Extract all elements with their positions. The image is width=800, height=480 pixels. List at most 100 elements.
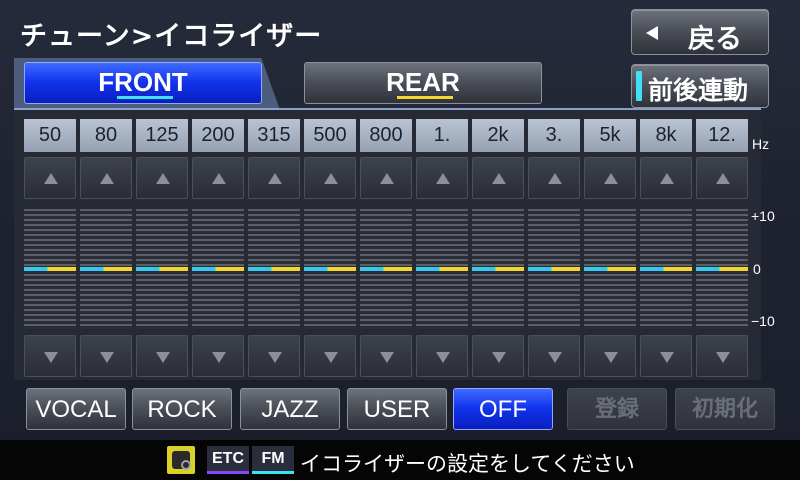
band-level-indicator	[192, 267, 244, 271]
tab-rear-underline	[397, 96, 453, 99]
band-up-button[interactable]	[136, 157, 188, 199]
up-arrow-icon	[100, 173, 114, 184]
unit-label: Hz	[752, 136, 770, 152]
preset-button[interactable]: USER	[347, 388, 447, 430]
up-arrow-icon	[212, 173, 226, 184]
disc-icon-dot	[181, 460, 191, 470]
band-slider[interactable]	[248, 209, 300, 329]
down-arrow-icon	[44, 352, 58, 363]
down-arrow-icon	[380, 352, 394, 363]
band-up-button[interactable]	[472, 157, 524, 199]
preset-button: 初期化	[675, 388, 775, 430]
tab-rear[interactable]: REAR	[304, 62, 542, 104]
band-up-button[interactable]	[192, 157, 244, 199]
disc-icon-body	[172, 451, 191, 470]
band-slider[interactable]	[472, 209, 524, 329]
band-level-indicator	[640, 267, 692, 271]
band-down-button[interactable]	[584, 335, 636, 377]
up-arrow-icon	[604, 173, 618, 184]
band-level-indicator	[584, 267, 636, 271]
band-up-button[interactable]	[528, 157, 580, 199]
band-up-button[interactable]	[24, 157, 76, 199]
band-slider[interactable]	[696, 209, 748, 329]
band-level-indicator	[248, 267, 300, 271]
tab-front-underline	[117, 96, 173, 99]
band-slider[interactable]	[80, 209, 132, 329]
band-up-button[interactable]	[248, 157, 300, 199]
preset-button[interactable]: JAZZ	[240, 388, 340, 430]
front-rear-link-toggle[interactable]: 前後連動	[631, 64, 769, 108]
band-down-button[interactable]	[24, 335, 76, 377]
fm-indicator: FM	[252, 446, 294, 474]
band-up-button[interactable]	[304, 157, 356, 199]
scale-top-label: +10	[751, 208, 775, 224]
band-slider[interactable]	[360, 209, 412, 329]
band-up-button[interactable]	[696, 157, 748, 199]
down-arrow-icon	[548, 352, 562, 363]
band-frequency-label: 3. 15k	[528, 119, 580, 179]
preset-button[interactable]: OFF	[453, 388, 553, 430]
band-slider[interactable]	[416, 209, 468, 329]
band-frequency-label: 315	[248, 119, 300, 152]
scale-bottom-label: −10	[751, 313, 775, 329]
up-arrow-icon	[268, 173, 282, 184]
band-frequency-label: 1. 25k	[416, 119, 468, 179]
toggle-indicator	[636, 71, 642, 101]
back-button[interactable]: 戻る	[631, 9, 769, 55]
band-slider[interactable]	[304, 209, 356, 329]
band-level-indicator	[24, 267, 76, 271]
up-arrow-icon	[548, 173, 562, 184]
band-level-indicator	[472, 267, 524, 271]
band-down-button[interactable]	[192, 335, 244, 377]
band-down-button[interactable]	[80, 335, 132, 377]
up-arrow-icon	[660, 173, 674, 184]
band-level-indicator	[304, 267, 356, 271]
down-arrow-icon	[604, 352, 618, 363]
band-level-indicator	[416, 267, 468, 271]
band-slider[interactable]	[584, 209, 636, 329]
band-frequency-label: 800	[360, 119, 412, 152]
band-frequency-label: 5k	[584, 119, 636, 152]
down-arrow-icon	[212, 352, 226, 363]
band-up-button[interactable]	[80, 157, 132, 199]
band-down-button[interactable]	[136, 335, 188, 377]
down-arrow-icon	[324, 352, 338, 363]
band-level-indicator	[528, 267, 580, 271]
up-arrow-icon	[44, 173, 58, 184]
band-level-indicator	[360, 267, 412, 271]
band-down-button[interactable]	[360, 335, 412, 377]
disc-source-icon	[167, 446, 195, 474]
band-up-button[interactable]	[584, 157, 636, 199]
band-down-button[interactable]	[640, 335, 692, 377]
band-down-button[interactable]	[472, 335, 524, 377]
band-slider[interactable]	[192, 209, 244, 329]
tab-rear-label: REAR	[386, 67, 460, 97]
band-frequency-label: 50	[24, 119, 76, 152]
band-down-button[interactable]	[528, 335, 580, 377]
band-slider[interactable]	[640, 209, 692, 329]
band-down-button[interactable]	[696, 335, 748, 377]
band-frequency-label: 125	[136, 119, 188, 152]
band-level-indicator	[696, 267, 748, 271]
band-slider[interactable]	[528, 209, 580, 329]
band-up-button[interactable]	[640, 157, 692, 199]
preset-button[interactable]: VOCAL	[26, 388, 126, 430]
up-arrow-icon	[156, 173, 170, 184]
band-frequency-label: 8k	[640, 119, 692, 152]
down-arrow-icon	[268, 352, 282, 363]
band-up-button[interactable]	[416, 157, 468, 199]
band-frequency-label: 200	[192, 119, 244, 152]
band-down-button[interactable]	[304, 335, 356, 377]
band-slider[interactable]	[24, 209, 76, 329]
tab-front[interactable]: FRONT	[24, 62, 262, 104]
up-arrow-icon	[492, 173, 506, 184]
band-down-button[interactable]	[416, 335, 468, 377]
band-slider[interactable]	[136, 209, 188, 329]
band-frequency-label: 2k	[472, 119, 524, 152]
front-rear-link-label: 前後連動	[648, 76, 749, 105]
band-down-button[interactable]	[248, 335, 300, 377]
up-arrow-icon	[716, 173, 730, 184]
page-title: チューン>イコライザー	[20, 21, 323, 52]
preset-button[interactable]: ROCK	[132, 388, 232, 430]
band-up-button[interactable]	[360, 157, 412, 199]
